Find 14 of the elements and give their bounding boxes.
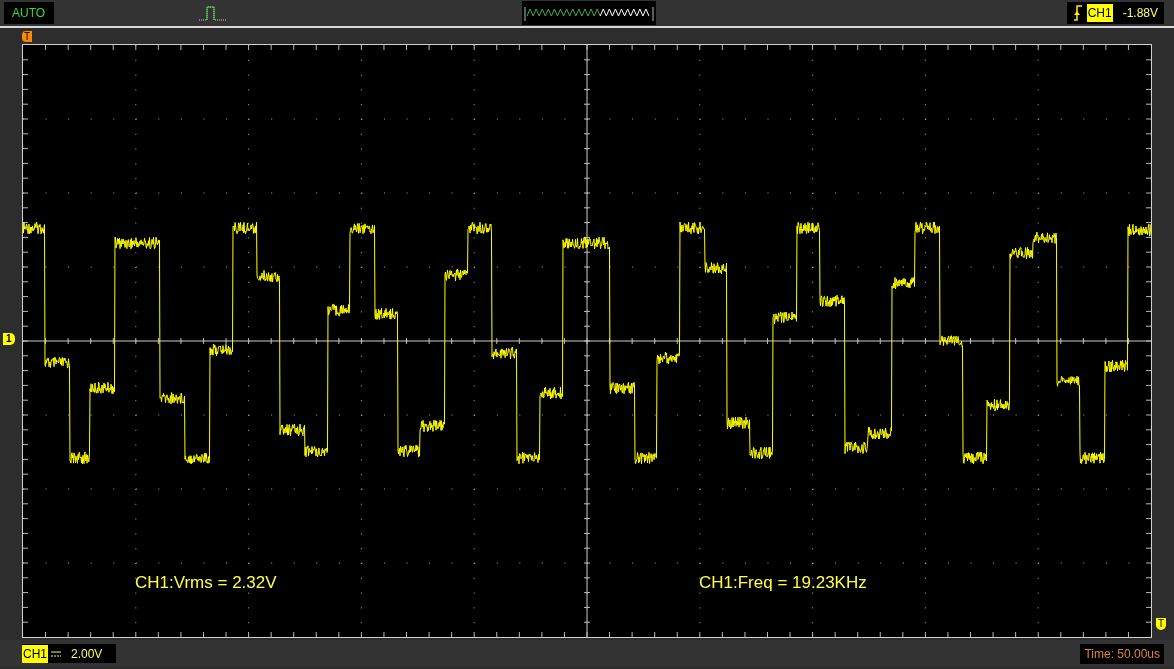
- measurement-readout: CH1:Freq = 19.23KHz: [699, 572, 867, 594]
- pulse-trigger-icon: [198, 4, 228, 22]
- channel-ground-marker[interactable]: 1: [3, 333, 15, 345]
- rising-edge-icon: [1072, 5, 1083, 21]
- volts-per-division-label: 2.00V: [71, 645, 103, 663]
- timebase-label: Time: 50.00us: [1080, 643, 1164, 664]
- trigger-channel-label: CH1: [1086, 4, 1113, 22]
- measurement-readout: CH1:Vrms = 2.32V: [135, 572, 277, 594]
- channel-label: CH1: [22, 644, 48, 663]
- trigger-level-marker[interactable]: T: [1156, 618, 1167, 630]
- mode-label: AUTO: [4, 2, 54, 24]
- trigger-position-marker[interactable]: T: [22, 30, 33, 42]
- dc-coupling-icon: [51, 650, 61, 657]
- trigger-level-label: -1.88V: [1122, 5, 1158, 22]
